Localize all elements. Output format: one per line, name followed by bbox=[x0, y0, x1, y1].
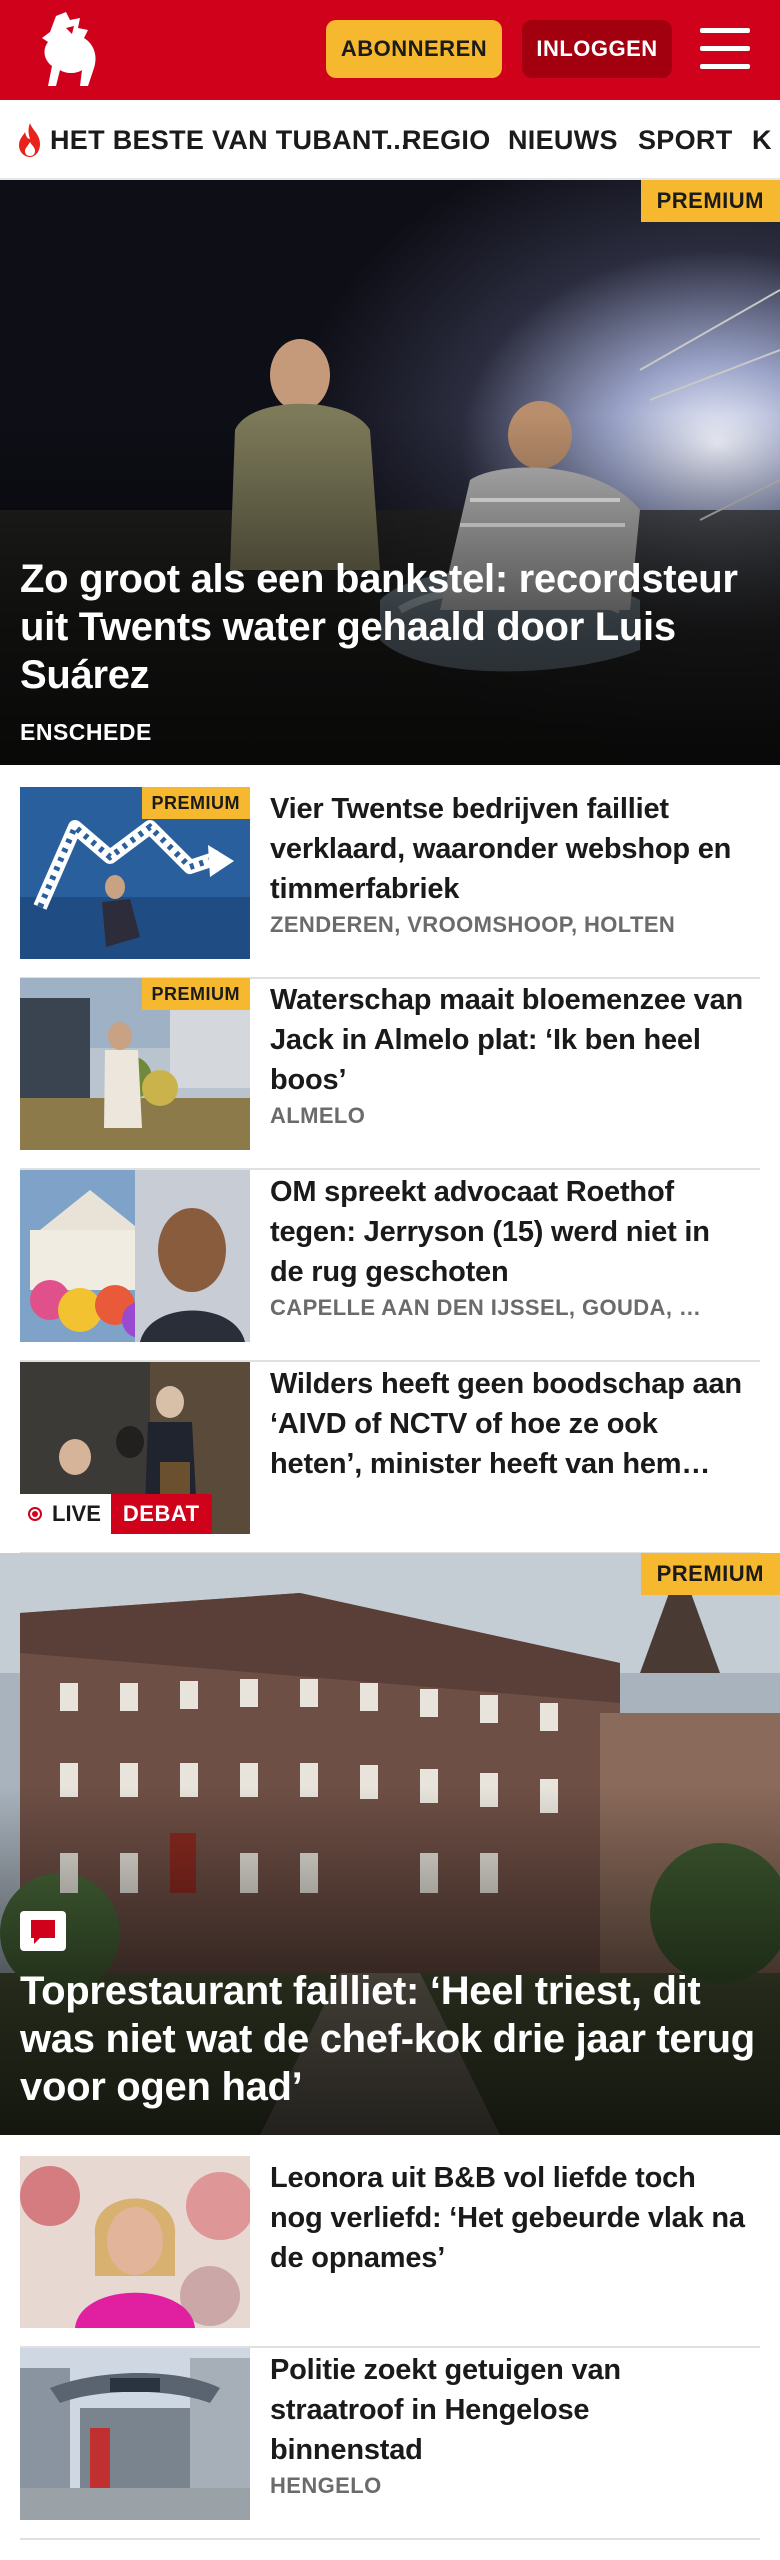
hamburger-menu-icon[interactable] bbox=[700, 26, 750, 72]
top-header: ABONNEREN INLOGGEN bbox=[0, 0, 780, 100]
article-location: ALMELO bbox=[270, 1103, 366, 1128]
nav-item-best-of[interactable]: HET BESTE VAN TUBANT... bbox=[50, 100, 409, 178]
article-thumbnail bbox=[20, 2156, 250, 2328]
login-button[interactable]: INLOGGEN bbox=[522, 20, 672, 78]
list-item[interactable]: LIVE DEBAT Wilders heeft geen boodschap … bbox=[20, 1362, 760, 1554]
hero-title[interactable]: Zo groot als een bankstel: recordsteur u… bbox=[20, 555, 760, 699]
nav-item-nieuws[interactable]: NIEUWS bbox=[508, 100, 618, 178]
list-item[interactable]: Politie zoekt getuigen van straatroof in… bbox=[20, 2348, 760, 2540]
article-title[interactable]: Wilders heeft geen boodschap aan ‘AIVD o… bbox=[270, 1364, 748, 1484]
premium-badge: PREMIUM bbox=[141, 978, 250, 1010]
premium-badge: PREMIUM bbox=[141, 787, 250, 819]
article-location: ZENDEREN, VROOMSHOOP, HOLTEN bbox=[270, 912, 676, 937]
menu-line bbox=[700, 28, 750, 33]
nav-item-more[interactable]: K bbox=[752, 100, 772, 178]
hero-article[interactable]: PREMIUM Zo groot als een bankstel: recor… bbox=[0, 180, 780, 765]
article-title[interactable]: Waterschap maait bloemenzee van Jack in … bbox=[270, 980, 748, 1100]
menu-line bbox=[700, 64, 750, 69]
list-item[interactable]: PREMIUM Vier Twentse bedrijven failliet … bbox=[20, 787, 760, 979]
article-location: CAPELLE AAN DEN IJSSEL, GOUDA, … bbox=[270, 1295, 702, 1320]
article-location: HENGELO bbox=[270, 2473, 382, 2498]
hero-article[interactable]: PREMIUM Toprestaurant failliet: ‘Heel tr… bbox=[0, 1553, 780, 2135]
article-title[interactable]: Leonora uit B&B vol liefde toch nog verl… bbox=[270, 2158, 748, 2278]
article-thumbnail: LIVE DEBAT bbox=[20, 1362, 250, 1534]
premium-badge: PREMIUM bbox=[640, 180, 780, 222]
nav-item-sport[interactable]: SPORT bbox=[638, 100, 733, 178]
live-label: LIVE bbox=[52, 1501, 101, 1526]
hero-title[interactable]: Toprestaurant failliet: ‘Heel triest, di… bbox=[20, 1967, 760, 2111]
live-badge: LIVE DEBAT bbox=[20, 1494, 212, 1534]
menu-line bbox=[700, 46, 750, 51]
article-thumbnail bbox=[20, 2348, 250, 2520]
article-title[interactable]: Vier Twentse bedrijven failliet verklaar… bbox=[270, 789, 748, 909]
article-thumbnail: PREMIUM bbox=[20, 787, 250, 959]
list-item[interactable]: Leonora uit B&B vol liefde toch nog verl… bbox=[20, 2156, 760, 2348]
hero-location: ENSCHEDE bbox=[20, 719, 152, 745]
article-title[interactable]: Politie zoekt getuigen van straatroof in… bbox=[270, 2350, 748, 2470]
flame-icon bbox=[19, 123, 40, 157]
article-thumbnail: PREMIUM bbox=[20, 978, 250, 1150]
horse-logo-icon[interactable] bbox=[36, 10, 106, 90]
subscribe-button[interactable]: ABONNEREN bbox=[326, 20, 502, 78]
section-nav: HET BESTE VAN TUBANT... REGIO NIEUWS SPO… bbox=[0, 100, 780, 180]
live-indicator: LIVE bbox=[20, 1494, 111, 1534]
comment-icon bbox=[20, 1911, 66, 1951]
premium-badge: PREMIUM bbox=[640, 1553, 780, 1595]
article-thumbnail bbox=[20, 1170, 250, 1342]
article-title[interactable]: OM spreekt advocaat Roethof tegen: Jerry… bbox=[270, 1172, 748, 1292]
live-dot-icon bbox=[28, 1507, 42, 1521]
nav-item-regio[interactable]: REGIO bbox=[402, 100, 491, 178]
debat-label: DEBAT bbox=[110, 1494, 212, 1534]
list-item[interactable]: OM spreekt advocaat Roethof tegen: Jerry… bbox=[20, 1170, 760, 1362]
list-item[interactable]: PREMIUM Waterschap maait bloemenzee van … bbox=[20, 978, 760, 1170]
